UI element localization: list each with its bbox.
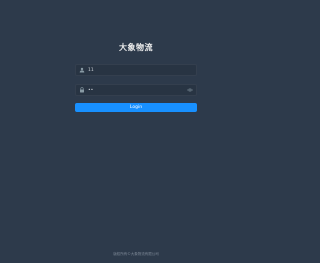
footer-copyright: 版权所有©大象物流有限公司 — [113, 252, 159, 256]
user-icon — [79, 67, 85, 73]
password-field[interactable]: •• — [75, 84, 197, 96]
page-title: 大象物流 — [119, 43, 153, 52]
login-button[interactable]: Login — [75, 103, 197, 112]
eye-icon[interactable] — [187, 87, 193, 93]
login-page: 大象物流 11 •• Login 版权所有©大象物流有限公司 — [0, 0, 272, 263]
lock-icon — [80, 87, 84, 93]
username-field[interactable]: 11 — [75, 64, 197, 76]
username-value: 11 — [88, 68, 94, 73]
password-value: •• — [88, 88, 94, 93]
